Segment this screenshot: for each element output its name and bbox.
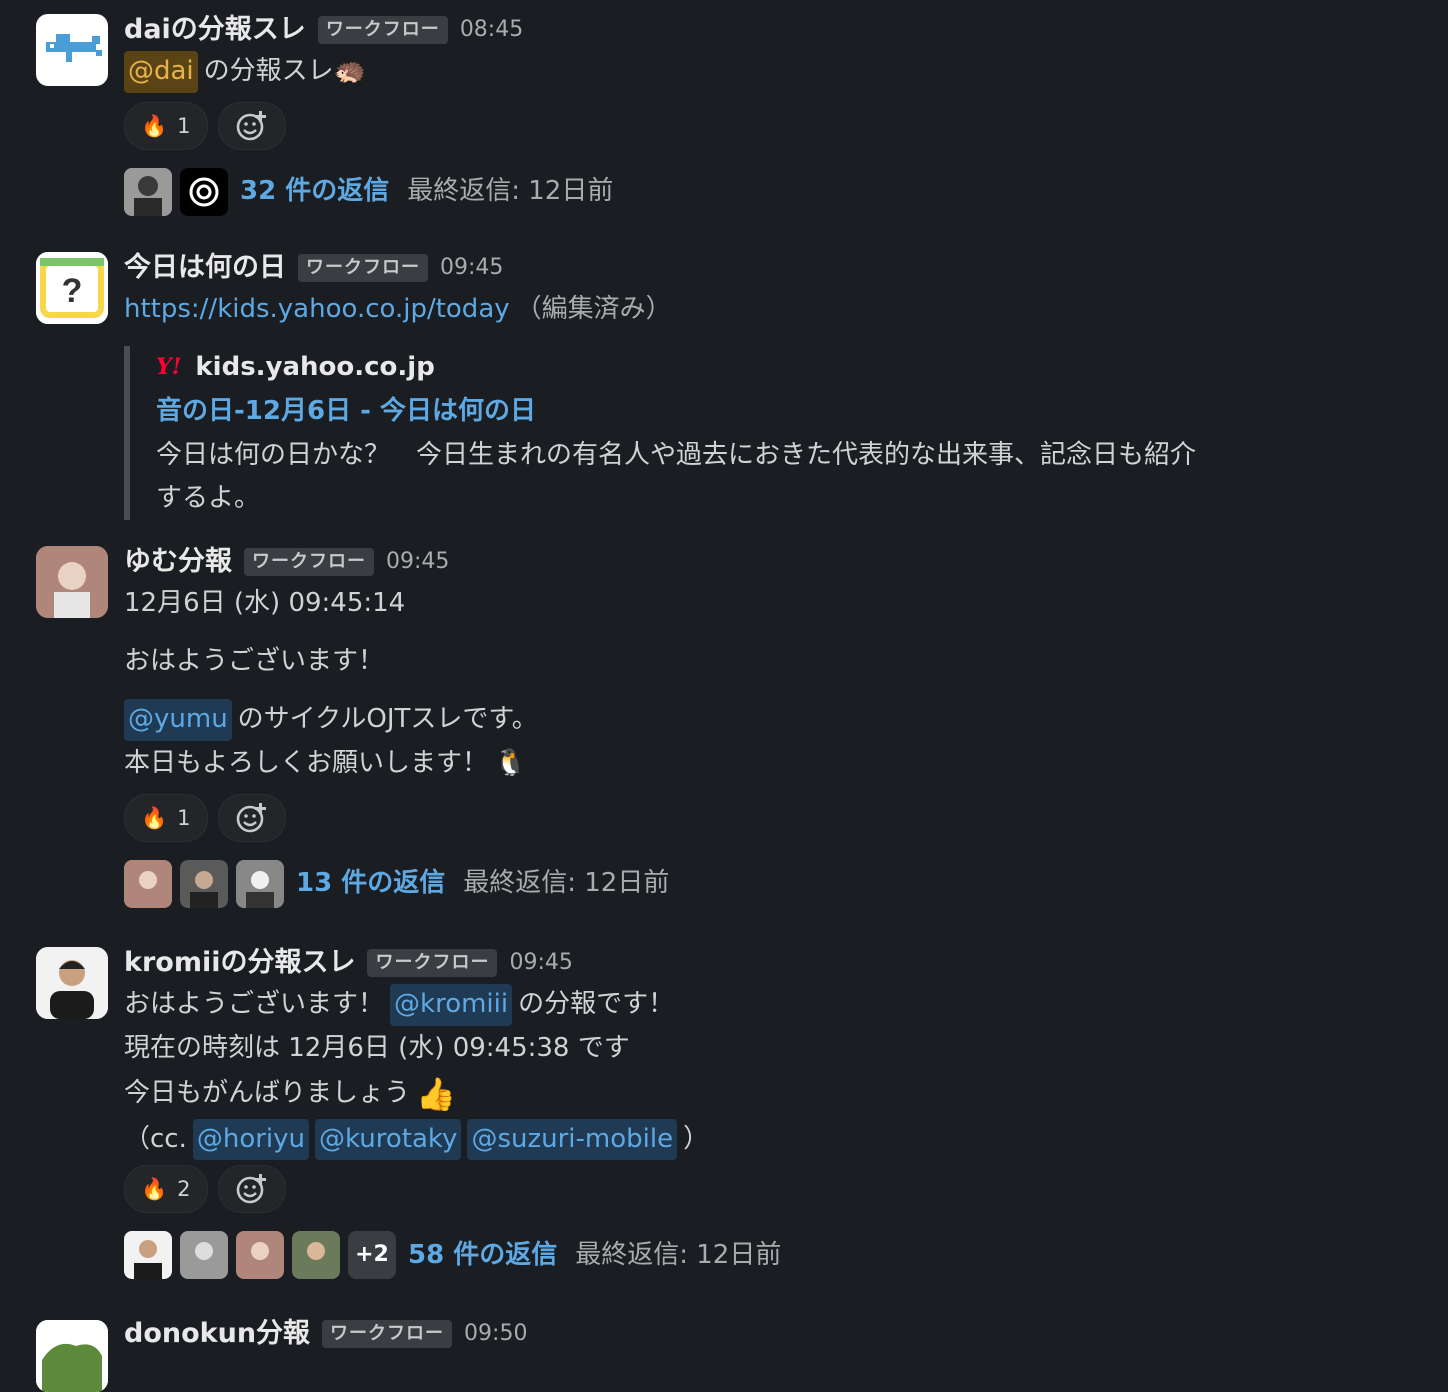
message-text: おはようございます！	[124, 989, 385, 1020]
timestamp[interactable]: 09:45	[509, 947, 572, 979]
avatar[interactable]	[36, 546, 108, 618]
reaction-fire[interactable]: 🔥 2	[124, 1165, 208, 1214]
add-reaction-button[interactable]	[217, 102, 286, 150]
thumbs-up-icon: 👍	[416, 1075, 456, 1113]
message-text: のサイクルOJTスレです。	[237, 704, 538, 735]
mention[interactable]: @yumu	[124, 699, 232, 741]
avatar[interactable]: ?	[36, 252, 108, 324]
author-name[interactable]: ゆむ分報	[124, 542, 232, 581]
author-name[interactable]: daiの分報スレ	[124, 10, 306, 49]
timestamp[interactable]: 09:45	[440, 252, 503, 284]
reply-avatar	[180, 1231, 228, 1280]
edited-label: （編集済み）	[515, 294, 672, 325]
timestamp[interactable]: 08:45	[460, 14, 523, 46]
message-text: の分報スレ	[203, 56, 334, 87]
author-name[interactable]: donokun分報	[124, 1314, 310, 1353]
timestamp[interactable]: 09:45	[386, 546, 449, 578]
thread-replies[interactable]: 32 件の返信 最終返信: 12日前	[124, 168, 1388, 216]
thread-replies[interactable]: +2 58 件の返信 最終返信: 12日前	[124, 1231, 1388, 1280]
author-name[interactable]: kromiiの分報スレ	[124, 943, 355, 982]
reply-avatar	[292, 1231, 340, 1280]
reply-avatar	[236, 1231, 284, 1280]
preview-description: 今日は何の日かな？ 今日生まれの有名人や過去におきた代表的な出来事、記念日も紹介…	[156, 434, 1388, 520]
mention[interactable]: @kurotaky	[315, 1118, 462, 1161]
workflow-badge: ワークフロー	[322, 1319, 453, 1349]
avatar[interactable]	[36, 1320, 108, 1392]
fire-icon: 🔥	[141, 1177, 168, 1202]
thread-replies[interactable]: 13 件の返信 最終返信: 12日前	[124, 860, 1388, 908]
workflow-badge: ワークフロー	[298, 253, 428, 283]
last-reply: 最終返信: 12日前	[407, 176, 614, 207]
mention[interactable]: @kromiii	[390, 984, 513, 1026]
reply-avatar	[124, 1231, 172, 1280]
fire-icon: 🔥	[141, 113, 168, 138]
preview-desc-line: 今日は何の日かな？ 今日生まれの有名人や過去におきた代表的な出来事、記念日も紹介	[156, 440, 1197, 470]
more-repliers: +2	[348, 1231, 396, 1280]
last-reply: 最終返信: 12日前	[575, 1239, 782, 1270]
cc-close: ）	[683, 1123, 710, 1154]
workflow-badge: ワークフロー	[317, 15, 448, 45]
workflow-badge: ワークフロー	[244, 547, 374, 577]
last-reply: 最終返信: 12日前	[463, 868, 670, 899]
hedgehog-icon: 🦔	[333, 56, 367, 87]
message-link[interactable]: https://kids.yahoo.co.jp/today	[124, 291, 510, 329]
yahoo-logo-icon: Y!	[156, 354, 182, 381]
svg-text:?: ?	[62, 272, 83, 310]
add-reaction-icon	[236, 803, 266, 833]
workflow-badge: ワークフロー	[367, 948, 498, 978]
add-reaction-icon	[236, 111, 266, 141]
message-text: の分報です！	[518, 989, 675, 1020]
message-text: 現在の時刻は 12月6日 (水) 09:45:38 です	[124, 1033, 630, 1064]
reply-avatar	[124, 860, 172, 908]
more-count: +2	[355, 1242, 389, 1268]
reply-count[interactable]: 13 件の返信	[296, 865, 445, 903]
message-text: おはようございます！	[124, 646, 385, 677]
reaction-count: 1	[177, 113, 191, 138]
reaction-count: 1	[177, 805, 191, 830]
message-text: 12月6日 (水) 09:45:14	[124, 588, 406, 619]
add-reaction-button[interactable]	[217, 794, 286, 842]
cc-open: （cc.	[124, 1123, 187, 1154]
preview-site[interactable]: kids.yahoo.co.jp	[195, 349, 434, 387]
add-reaction-button[interactable]	[217, 1165, 286, 1214]
reaction-count: 2	[177, 1177, 191, 1202]
fire-icon: 🔥	[141, 805, 168, 830]
preview-desc-line: するよ。	[156, 482, 261, 513]
preview-title[interactable]: 音の日-12月6日 - 今日は何の日	[156, 390, 1388, 434]
reply-count[interactable]: 32 件の返信	[240, 173, 389, 211]
mention[interactable]: @dai	[124, 51, 198, 93]
chatgpt-icon	[180, 168, 228, 216]
reply-avatar	[180, 860, 228, 908]
message-text: 本日もよろしくお願いします！	[124, 748, 489, 779]
avatar[interactable]	[36, 947, 108, 1019]
reply-avatar	[236, 860, 284, 908]
reaction-fire[interactable]: 🔥 1	[124, 102, 208, 150]
reply-avatar	[124, 168, 172, 216]
message-text: 今日もがんばりましょう	[124, 1078, 411, 1109]
link-preview: Y! kids.yahoo.co.jp 音の日-12月6日 - 今日は何の日 今…	[124, 346, 1388, 520]
reply-count[interactable]: 58 件の返信	[408, 1237, 557, 1275]
mention[interactable]: @suzuri-mobile	[467, 1118, 678, 1161]
reaction-fire[interactable]: 🔥 1	[124, 794, 208, 842]
add-reaction-icon	[236, 1174, 266, 1204]
avatar[interactable]	[36, 14, 108, 86]
author-name[interactable]: 今日は何の日	[124, 248, 286, 287]
message-content: daiの分報スレ ワークフロー 08:45 @dai の分報スレ 🦔 🔥 1 3…	[124, 10, 1388, 216]
penguin-icon: 🐧	[494, 748, 527, 779]
mention[interactable]: @horiyu	[192, 1118, 310, 1161]
timestamp[interactable]: 09:50	[464, 1318, 527, 1350]
